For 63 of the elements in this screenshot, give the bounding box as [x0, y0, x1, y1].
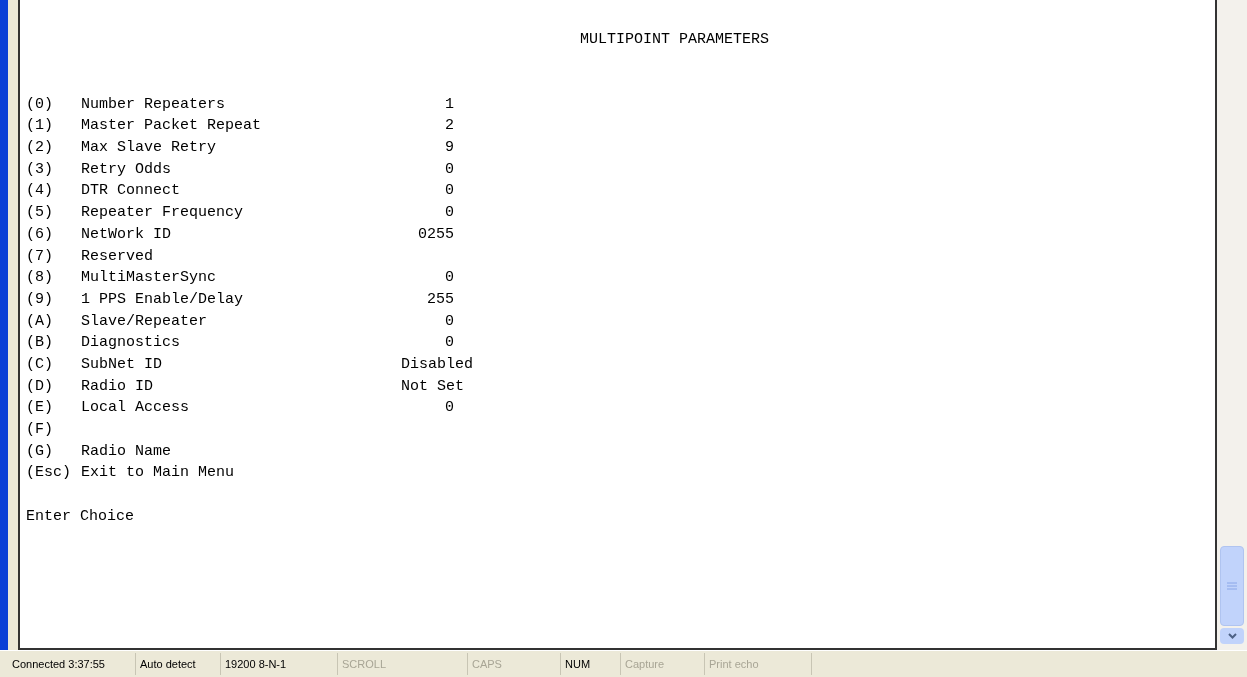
option-key: (7) [26, 245, 81, 268]
option-key: (0) [26, 93, 81, 116]
option-label: Diagnostics [81, 333, 182, 354]
status-text: CAPS [472, 656, 502, 672]
option-label: Master Packet Repeat [81, 116, 263, 137]
option-value: 0 [444, 268, 454, 289]
scroll-thumb[interactable] [1220, 546, 1244, 626]
option-value: 0 [444, 398, 454, 419]
option-value: 0255 [417, 224, 454, 245]
option-label: Number Repeaters [81, 94, 227, 115]
grip-icon [1227, 582, 1237, 590]
option-key: (2) [26, 137, 81, 159]
option-label: Radio ID [81, 376, 154, 397]
option-value: 1 [444, 94, 454, 115]
option-value: 0 [444, 159, 454, 180]
chevron-down-icon [1227, 633, 1237, 639]
option-label: Retry Odds [81, 159, 172, 180]
option-key: (E) [26, 397, 81, 419]
option-value: 0 [444, 333, 454, 354]
option-key: (A) [26, 310, 81, 333]
option-label: Local Access [81, 398, 191, 419]
option-label: Radio Name [81, 441, 172, 462]
option-label: Exit to Main Menu [81, 463, 235, 484]
option-value: 0 [444, 203, 454, 224]
status-text: Capture [625, 656, 665, 672]
status-text: SCROLL [342, 656, 387, 672]
option-value: 0 [444, 311, 454, 332]
option-value: 9 [444, 138, 454, 159]
status-text: NUM [565, 656, 591, 672]
option-label: SubNet ID [81, 354, 163, 375]
option-value: 2 [444, 116, 454, 137]
option-key: (D) [26, 375, 81, 398]
option-label: Reserved [81, 246, 154, 267]
status-text: Connected 3:37:55 [12, 656, 105, 672]
option-key: (6) [26, 223, 81, 246]
option-label: MultiMasterSync [81, 268, 218, 289]
scroll-down-button[interactable] [1220, 628, 1244, 644]
option-value: Not Set [401, 376, 464, 397]
option-key: (5) [26, 202, 81, 224]
status-text: Print echo [709, 656, 759, 672]
status-text: Auto detect [140, 656, 196, 672]
option-key: (4) [26, 180, 81, 203]
option-label: 1 PPS Enable/Delay [81, 289, 245, 310]
option-value: 0 [444, 181, 454, 202]
option-key: (9) [26, 288, 81, 311]
option-key: (3) [26, 158, 81, 181]
option-label: Max Slave Retry [81, 138, 218, 159]
option-key: (1) [26, 115, 81, 138]
option-label: Repeater Frequency [81, 203, 245, 224]
option-value: 255 [426, 289, 454, 310]
option-label: DTR Connect [81, 181, 182, 202]
option-key: (C) [26, 353, 81, 376]
option-key: (8) [26, 267, 81, 289]
status-text: 19200 8-N-1 [225, 656, 287, 672]
option-label: NetWork ID [81, 224, 172, 245]
option-key: (Esc) [26, 462, 81, 485]
option-value: Disabled [401, 354, 473, 375]
option-key: (B) [26, 332, 81, 354]
prompt-text: Enter Choice [26, 507, 135, 528]
screen-title: MULTIPOINT PARAMETERS [580, 30, 769, 50]
option-label: Slave/Repeater [81, 311, 209, 332]
option-key: (G) [26, 440, 81, 463]
option-key: (F) [26, 419, 81, 441]
